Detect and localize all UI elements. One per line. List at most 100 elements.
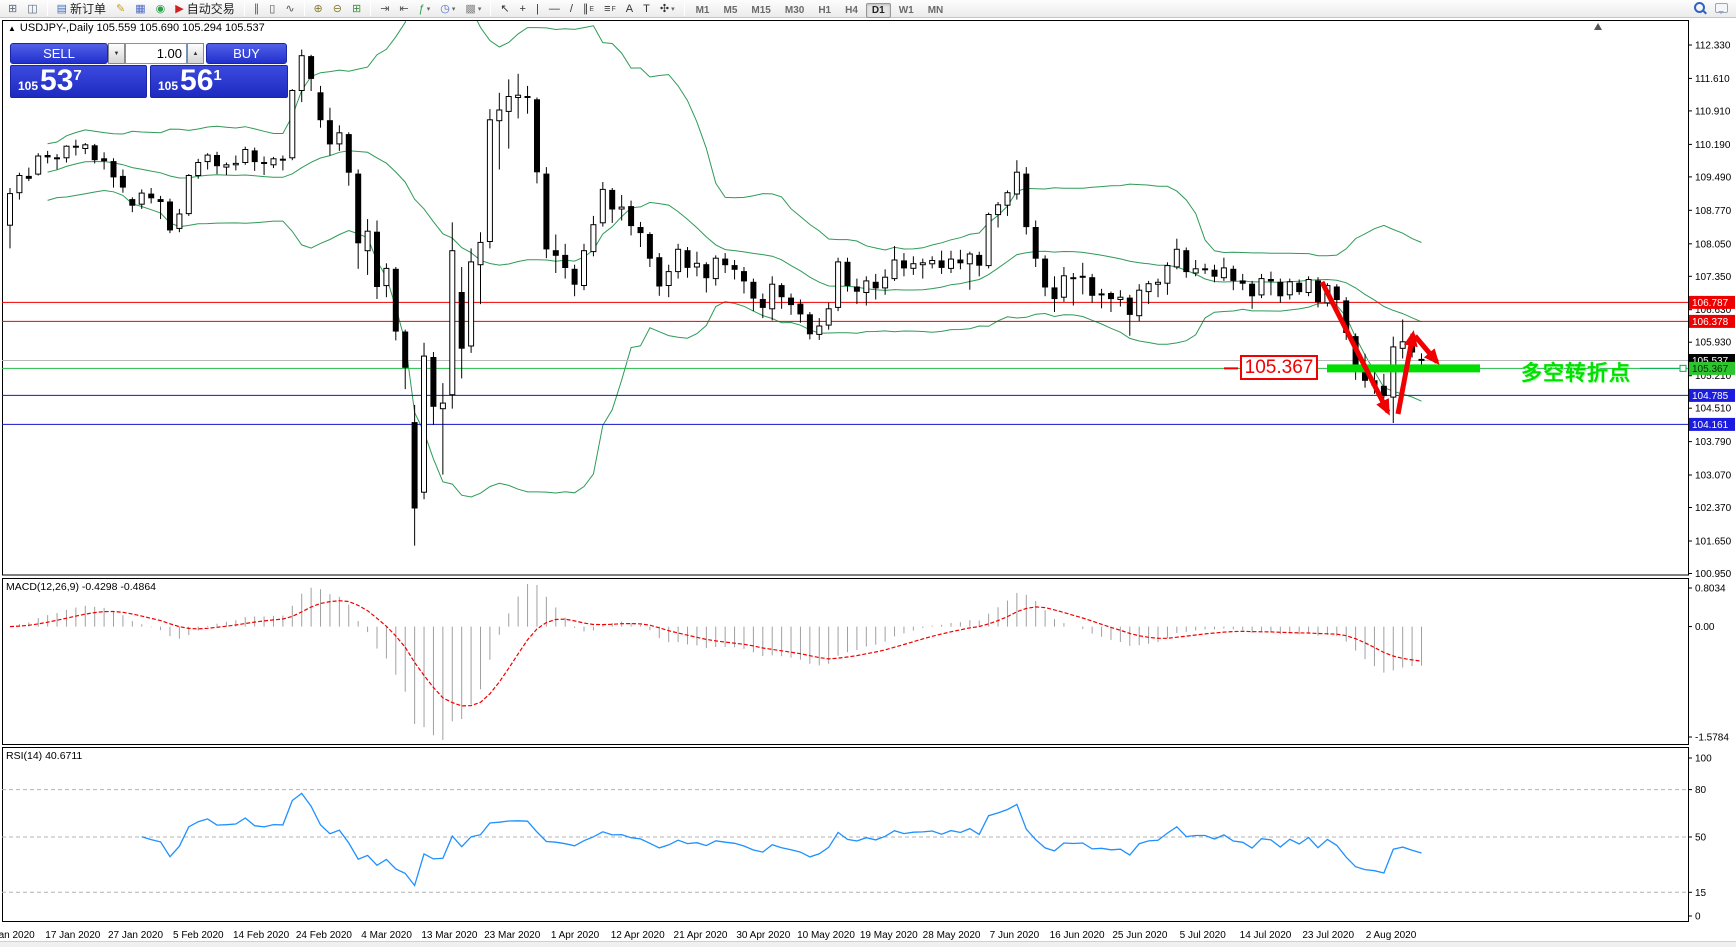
horizontal-line-icon: — [549,2,560,17]
svg-text:7 Jun 2020: 7 Jun 2020 [990,930,1040,941]
text-label-button[interactable]: T [639,1,654,18]
collapse-arrow-icon[interactable]: ▲ [8,24,16,33]
svg-text:5 Feb 2020: 5 Feb 2020 [173,930,224,941]
terminal-button[interactable]: ▦ [131,1,149,18]
toolbar: ⊞ ◫ ▤新订单 ✎ ▦ ◉▶自动交易 ∥▯∿ ⊕ ⊖ ⊞ ⇥⇤ƒ▾◷▾▩▾ ↖ + | — / ∥E≡F AT✣… [0,0,1736,18]
svg-text:108.050: 108.050 [1695,239,1732,250]
arrows-button[interactable]: ✣▾ [656,1,679,18]
zoom-in-button[interactable]: ⊕ [310,1,327,18]
svg-text:110.190: 110.190 [1695,140,1731,151]
rsi-layer: 1008050150 [2,754,1712,923]
volume-input[interactable] [125,43,187,64]
terminal-icon: ▦ [135,2,145,17]
crosshair-icon: + [520,2,526,17]
rsi-indicator-label: RSI(14) 40.6711 [6,750,82,762]
timeframe-d1[interactable]: D1 [866,3,891,18]
line-handle[interactable] [1680,365,1686,371]
ohlc-values: 105.559 105.690 105.294 105.537 [97,22,265,34]
svg-text:50: 50 [1695,833,1707,844]
svg-text:14 Jul 2020: 14 Jul 2020 [1240,930,1292,941]
svg-text:101.650: 101.650 [1695,537,1732,548]
zoom-out-button[interactable]: ⊖ [329,1,346,18]
svg-text:109.490: 109.490 [1695,172,1732,183]
cursor-button[interactable]: ↖ [496,1,513,18]
main-panel-frame [3,21,1689,576]
bid-prefix: 105 [18,79,38,93]
candlestick-chart-button[interactable]: ▯ [265,1,279,18]
strategy-tester-button[interactable]: ◉ [152,1,170,18]
svg-text:16 Jun 2020: 16 Jun 2020 [1050,930,1105,941]
search-icon[interactable] [1694,2,1705,13]
new-order-button[interactable]: ▤新订单 [53,1,110,18]
price-axis: 112.330111.610110.910110.190109.490108.7… [1688,41,1735,581]
fibonacci-icon: ≡ [604,2,610,17]
timeframe-mn[interactable]: MN [922,3,950,18]
metaeditor-icon: ✎ [116,2,125,17]
svg-text:100.950: 100.950 [1695,569,1732,580]
timeframe-h1[interactable]: H1 [812,3,837,18]
metaeditor-button[interactable]: ✎ [112,1,129,18]
svg-text:106.787: 106.787 [1692,298,1729,309]
timeframe-m5[interactable]: M5 [718,3,744,18]
ask-main: 56 [180,66,213,96]
svg-text:103.790: 103.790 [1695,437,1732,448]
svg-text:13 Mar 2020: 13 Mar 2020 [421,930,478,941]
svg-text:1 Apr 2020: 1 Apr 2020 [551,930,600,941]
timeframe-m15[interactable]: M15 [745,3,776,18]
periods-icon: ◷ [440,2,450,17]
profiles-button[interactable]: ◫ [23,1,41,18]
volume-up-stepper[interactable]: ▲ [187,43,204,64]
svg-text:105.367: 105.367 [1692,364,1729,375]
tile-windows-button[interactable]: ⊞ [348,1,365,18]
trendline-button[interactable]: / [566,1,577,18]
timeframe-m30[interactable]: M30 [779,3,810,18]
timeframe-h4[interactable]: H4 [839,3,864,18]
text-button[interactable]: A [622,1,637,18]
cursor-icon: ↖ [500,2,509,17]
periods-button[interactable]: ◷▾ [436,1,459,18]
bid-price-panel[interactable]: 105 53 7 [10,65,147,98]
buy-button[interactable]: BUY [206,43,287,64]
bar-chart-button[interactable]: ∥ [250,1,264,18]
chat-icon[interactable] [1715,3,1728,13]
trendline-icon: / [570,2,573,17]
svg-text:8 Jan 2020: 8 Jan 2020 [0,930,35,941]
toolbar-separator [684,0,685,16]
pivot-annotation-text[interactable]: 多空转折点 [1521,357,1631,387]
timeframe-w1[interactable]: W1 [893,3,920,18]
auto-scroll-button[interactable]: ⇥ [376,1,393,18]
svg-text:23 Jul 2020: 23 Jul 2020 [1302,930,1354,941]
vertical-line-icon: | [536,2,539,17]
svg-text:19 May 2020: 19 May 2020 [860,930,918,941]
bid-main: 53 [40,66,73,96]
new-chart-icon: ⊞ [8,2,17,17]
trend-arrows-layer[interactable] [1322,282,1437,414]
fibonacci-button[interactable]: ≡F [600,1,620,18]
crosshair-button[interactable]: + [516,1,530,18]
templates-button[interactable]: ▩▾ [461,1,485,18]
macd-indicator-label: MACD(12,26,9) -0.4298 -0.4864 [6,581,156,593]
vertical-line-button[interactable]: | [532,1,543,18]
indicators-button[interactable]: ƒ▾ [415,1,435,18]
text-icon: A [626,2,633,17]
price-level-annotation[interactable]: 105.367 [1240,355,1318,380]
toolbar-separator [47,0,48,16]
equidistant-channel-button[interactable]: ∥E [579,1,598,18]
macd-layer: 0.80340.00-1.5784 [10,584,1729,744]
svg-text:23 Mar 2020: 23 Mar 2020 [484,930,541,941]
auto-trading-button[interactable]: ▶自动交易 [171,1,238,18]
svg-text:102.370: 102.370 [1695,503,1732,514]
toolbar-separator [244,0,245,16]
svg-text:111.610: 111.610 [1695,74,1730,85]
svg-text:14 Feb 2020: 14 Feb 2020 [233,930,290,941]
ask-price-panel[interactable]: 105 56 1 [150,65,288,98]
horizontal-line-button[interactable]: — [545,1,564,18]
zoom-out-icon: ⊖ [333,2,342,17]
chart-canvas[interactable]: 112.330111.610110.910110.190109.490108.7… [0,0,1736,947]
chart-shift-button[interactable]: ⇤ [395,1,412,18]
volume-down-stepper[interactable]: ▼ [108,43,125,64]
line-chart-button[interactable]: ∿ [281,1,298,18]
new-chart-button[interactable]: ⊞ [4,1,21,18]
timeframe-m1[interactable]: M1 [690,3,716,18]
sell-button[interactable]: SELL [10,43,108,64]
